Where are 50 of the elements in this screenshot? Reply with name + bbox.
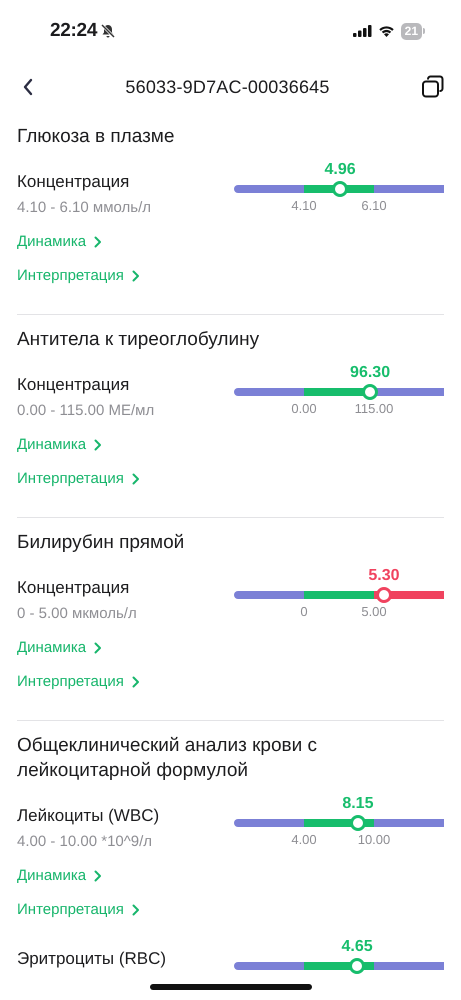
detail-link[interactable]: Интерпретация bbox=[17, 470, 140, 487]
wifi-icon bbox=[378, 25, 395, 37]
chevron-icon bbox=[132, 904, 140, 916]
test-name: Лейкоциты (WBC) bbox=[17, 805, 160, 827]
order-number: 56033-9D7AC-00036645 bbox=[124, 76, 331, 98]
lower-limit: 0.00 bbox=[290, 401, 318, 416]
result-value: 4.96 bbox=[324, 161, 356, 179]
test-name: Концентрация bbox=[17, 374, 130, 396]
result-value: 5.30 bbox=[368, 567, 400, 585]
detail-link[interactable]: Динамика bbox=[17, 233, 102, 250]
reference-range: 0.00 - 115.00 МЕ/мл bbox=[17, 402, 156, 419]
detail-link[interactable]: Динамика bbox=[17, 867, 102, 884]
result-value: 8.15 bbox=[342, 795, 374, 813]
chevron-icon bbox=[94, 642, 102, 654]
test-name: Эритроциты (RBC) bbox=[17, 948, 168, 970]
detail-link[interactable]: Интерпретация bbox=[17, 901, 140, 918]
upper-limit: 115.00 bbox=[354, 401, 394, 416]
result-value: 96.30 bbox=[350, 364, 390, 382]
muted-bell-icon bbox=[100, 23, 116, 39]
detail-link[interactable]: Динамика bbox=[17, 639, 102, 656]
detail-link[interactable]: Динамика bbox=[17, 436, 102, 453]
signal-icon bbox=[352, 25, 372, 37]
section-title: Билирубин прямой bbox=[17, 531, 186, 555]
lower-limit: 4.10 bbox=[290, 198, 318, 213]
detail-link[interactable]: Интерпретация bbox=[17, 267, 140, 284]
section-title: Общеклинический анализ крови с лейкоцитарной формулой bbox=[17, 734, 318, 783]
battery-icon: 21 bbox=[400, 22, 425, 40]
upper-limit: 6.10 bbox=[360, 198, 388, 213]
clock: 22:24 bbox=[50, 20, 98, 42]
upper-limit: 10.00 bbox=[356, 832, 392, 847]
reference-range: 4.00 - 10.00 *10^9/л bbox=[17, 833, 154, 850]
test-name: Концентрация bbox=[17, 577, 130, 599]
test-name: Концентрация bbox=[17, 171, 130, 193]
upper-limit: 5.00 bbox=[360, 604, 388, 619]
chevron-icon bbox=[132, 676, 140, 688]
chevron-icon bbox=[132, 270, 140, 282]
section-title: Антитела к тиреоглобулину bbox=[17, 328, 260, 352]
lower-limit: 0 bbox=[299, 604, 309, 619]
chevron-icon bbox=[94, 870, 102, 882]
chevron-icon bbox=[94, 236, 102, 248]
back-button[interactable] bbox=[22, 78, 34, 96]
section-title: Глюкоза в плазме bbox=[17, 125, 176, 149]
lower-limit: 4.00 bbox=[290, 832, 318, 847]
chevron-icon bbox=[132, 472, 140, 484]
reference-range: 4.10 - 6.10 ммоль/л bbox=[17, 199, 152, 216]
result-value: 4.65 bbox=[341, 938, 373, 956]
detail-link[interactable]: Интерпретация bbox=[17, 673, 140, 690]
copy-button[interactable] bbox=[421, 75, 445, 99]
chevron-icon bbox=[94, 438, 102, 450]
reference-range: 0 - 5.00 мкмоль/л bbox=[17, 605, 138, 622]
